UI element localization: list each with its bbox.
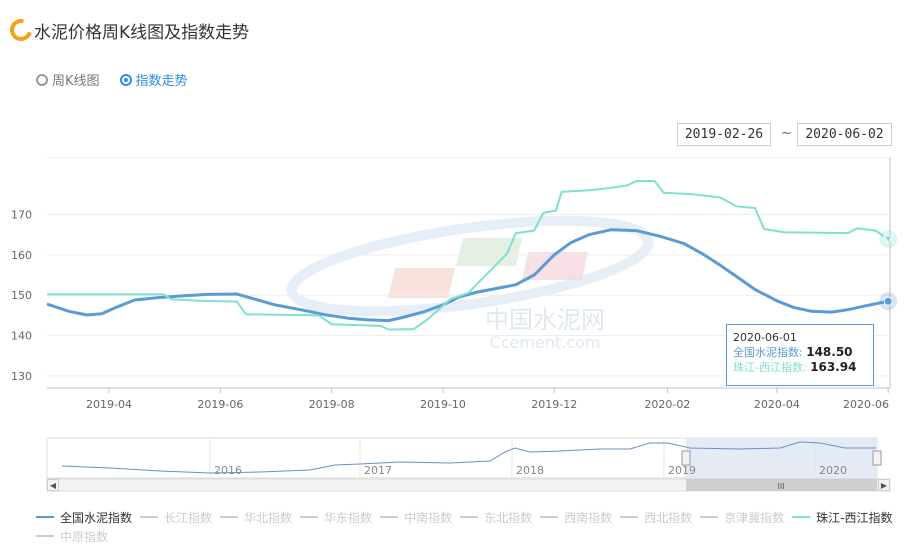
navigator-year-label: 2019 <box>668 464 696 477</box>
chart-tooltip: 2020-06-01 全国水泥指数: 148.50 珠江-西江指数: 163.9… <box>726 324 874 386</box>
hover-point-national <box>883 296 893 306</box>
legend-swatch-icon <box>460 516 479 518</box>
tooltip-value: 148.50 <box>806 345 853 359</box>
navigator-year-label: 2016 <box>214 464 242 477</box>
legend-label: 华东指数 <box>324 510 373 525</box>
legend-label: 中原指数 <box>60 529 109 544</box>
legend-item[interactable]: 西南指数 <box>540 508 612 526</box>
scroll-thumb-grip: III <box>777 482 784 491</box>
legend-item[interactable]: 西北指数 <box>620 508 692 526</box>
legend-item[interactable]: 长江指数 <box>140 508 212 526</box>
x-tick-label: 2020-04 <box>754 398 800 411</box>
legend-swatch-icon <box>792 516 811 518</box>
scroll-right-arrow-icon[interactable]: ▶ <box>878 479 890 491</box>
legend-swatch-icon <box>220 516 239 518</box>
y-tick-label: 150 <box>11 289 32 302</box>
watermark-text-cn: 中国水泥网 <box>485 306 605 334</box>
legend-item[interactable]: 珠江-西江指数 <box>792 508 892 526</box>
x-tick-label: 2020-02 <box>644 398 690 411</box>
y-tick-label: 140 <box>11 330 32 343</box>
navigator-year-label: 2020 <box>819 464 847 477</box>
legend-label: 全国水泥指数 <box>60 510 133 525</box>
legend-item[interactable]: 东北指数 <box>460 508 532 526</box>
legend-item[interactable]: 中南指数 <box>380 508 452 526</box>
range-navigator[interactable]: 2016 2017 2018 2019 2020 III <box>46 437 891 492</box>
legend-swatch-icon <box>300 516 319 518</box>
legend-swatch-icon <box>540 516 559 518</box>
legend-item[interactable]: 华东指数 <box>300 508 372 526</box>
tooltip-value: 163.94 <box>810 360 857 374</box>
y-tick-label: 130 <box>11 370 32 383</box>
tooltip-label: 全国水泥指数: <box>733 346 803 359</box>
legend-swatch-icon <box>36 516 54 518</box>
legend-label: 中南指数 <box>404 510 453 525</box>
x-tick-label: 2019-04 <box>86 398 132 411</box>
x-tick-label: 2019-08 <box>309 398 355 411</box>
legend-item[interactable]: 华北指数 <box>220 508 292 526</box>
y-tick-label: 170 <box>11 208 32 221</box>
legend-label: 长江指数 <box>164 510 213 525</box>
legend-swatch-icon <box>700 516 719 518</box>
legend-item[interactable]: 中原指数 <box>36 527 108 545</box>
watermark: 中国水泥网 Ccement.com <box>286 215 654 352</box>
legend-label: 华北指数 <box>244 510 293 525</box>
tooltip-date: 2020-06-01 <box>733 331 797 344</box>
tooltip-row-pearl: 珠江-西江指数: 163.94 <box>733 360 867 375</box>
x-tick-label: 2020-06 <box>843 398 889 411</box>
legend-item[interactable]: 全国水泥指数 <box>36 508 132 526</box>
navigator-selection[interactable] <box>686 438 877 478</box>
navigator-year-label: 2018 <box>516 464 544 477</box>
legend-swatch-icon <box>620 516 639 518</box>
legend-swatch-icon <box>36 535 54 537</box>
legend-label: 珠江-西江指数 <box>816 510 893 525</box>
navigator-left-handle[interactable] <box>681 450 691 466</box>
navigator-year-label: 2017 <box>364 464 392 477</box>
y-tick-label: 160 <box>11 249 32 262</box>
legend-label: 东北指数 <box>484 510 533 525</box>
line-chart[interactable]: 中国水泥网 Ccement.com 130 140 150 160 170 2019-0… <box>0 0 913 505</box>
x-tick-label: 2019-10 <box>420 398 466 411</box>
legend-label: 西北指数 <box>644 510 693 525</box>
legend-label: 西南指数 <box>564 510 613 525</box>
legend-item[interactable]: 京津冀指数 <box>700 508 784 526</box>
x-tick-label: 2019-06 <box>197 398 243 411</box>
chart-legend: 全国水泥指数 长江指数 华北指数 华东指数 中南指数 东北指数 西南指数 西北指数 京津冀指数 珠… <box>36 507 906 545</box>
x-tick-label: 2019-12 <box>531 398 577 411</box>
tooltip-row-national: 全国水泥指数: 148.50 <box>733 345 867 360</box>
legend-label: 京津冀指数 <box>724 510 785 525</box>
scroll-left-arrow-icon[interactable]: ◀ <box>47 479 59 491</box>
legend-swatch-icon <box>140 516 159 518</box>
tooltip-label: 珠江-西江指数: <box>733 361 807 374</box>
legend-swatch-icon <box>380 516 399 518</box>
navigator-right-handle[interactable] <box>872 450 882 466</box>
